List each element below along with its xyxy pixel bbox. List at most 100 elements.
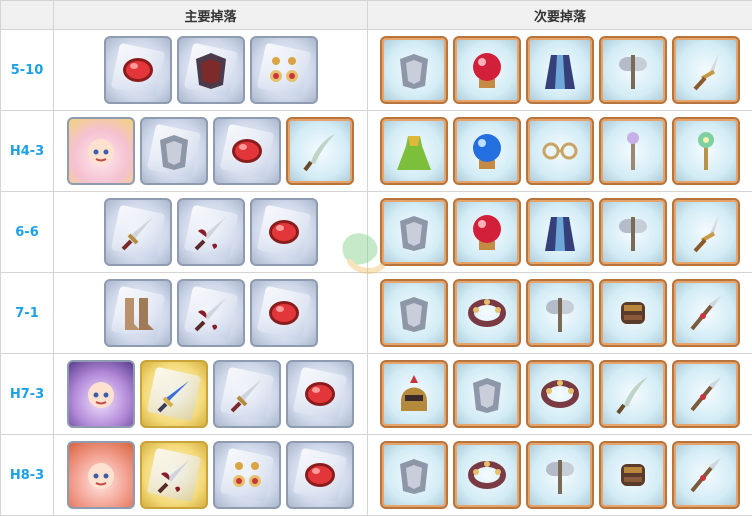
item-icon-frame[interactable] (213, 117, 281, 185)
item-icon-frame[interactable] (380, 360, 448, 428)
item-icon-frame[interactable] (453, 441, 521, 509)
icon-list (368, 36, 752, 104)
item-icon-frame[interactable] (250, 279, 318, 347)
item-icon-frame[interactable] (250, 198, 318, 266)
item-icon-frame[interactable] (380, 279, 448, 347)
item-icon-frame[interactable] (599, 198, 667, 266)
icon-list (54, 360, 367, 428)
item-icon-frame[interactable] (526, 117, 594, 185)
axe-icon (537, 290, 583, 336)
axe-icon (610, 209, 656, 255)
item-icon-frame[interactable] (177, 198, 245, 266)
icon-list (368, 441, 752, 509)
flower-staff-icon (683, 128, 729, 174)
blue-sword-icon (151, 371, 197, 417)
item-icon-frame[interactable] (177, 279, 245, 347)
armor-icon (151, 128, 197, 174)
item-icon-frame[interactable] (526, 441, 594, 509)
item-icon-frame[interactable] (67, 117, 135, 185)
main-drops-cell (54, 354, 368, 435)
icon-list (368, 360, 752, 428)
stage-row: H8-3 (1, 435, 752, 516)
item-icon-frame[interactable] (672, 117, 740, 185)
icon-list (54, 279, 367, 347)
stage-row: 5-10 (1, 30, 752, 111)
stage-header (1, 1, 54, 30)
secondary-drops-cell (368, 30, 752, 111)
stage-label: H8-3 (1, 435, 54, 516)
item-icon-frame[interactable] (140, 360, 208, 428)
item-icon-frame[interactable] (140, 117, 208, 185)
item-icon-frame[interactable] (67, 441, 135, 509)
icon-list (368, 279, 752, 347)
spear-icon (683, 452, 729, 498)
secondary-drops-cell (368, 192, 752, 273)
sword-icon (224, 371, 270, 417)
icon-list (54, 441, 367, 509)
item-icon-frame[interactable] (453, 279, 521, 347)
item-icon-frame[interactable] (599, 117, 667, 185)
item-icon-frame[interactable] (453, 36, 521, 104)
item-icon-frame[interactable] (672, 360, 740, 428)
item-icon-frame[interactable] (213, 441, 281, 509)
icon-list (54, 36, 367, 104)
item-icon-frame[interactable] (177, 36, 245, 104)
main-drops-cell (54, 111, 368, 192)
item-icon-frame[interactable] (453, 117, 521, 185)
glasses-icon (537, 128, 583, 174)
item-icon-frame[interactable] (672, 198, 740, 266)
item-icon-frame[interactable] (672, 441, 740, 509)
item-icon-frame[interactable] (140, 441, 208, 509)
bracelet-icon (464, 290, 510, 336)
item-icon-frame[interactable] (286, 360, 354, 428)
icon-list (54, 198, 367, 266)
item-icon-frame[interactable] (599, 36, 667, 104)
item-icon-frame[interactable] (104, 279, 172, 347)
dress-icon (391, 128, 437, 174)
red-gem-icon (261, 290, 307, 336)
drops-table: 主要掉落 次要掉落 5-10H4-36-67-1H7-3H8-3 (0, 0, 752, 516)
earrings-icon (224, 452, 270, 498)
armor-icon (391, 290, 437, 336)
item-icon-frame[interactable] (672, 36, 740, 104)
character-portrait-icon (78, 371, 124, 417)
secondary-drops-cell (368, 354, 752, 435)
item-icon-frame[interactable] (104, 36, 172, 104)
item-icon-frame[interactable] (526, 279, 594, 347)
item-icon-frame[interactable] (599, 441, 667, 509)
armor-icon (464, 371, 510, 417)
earrings-icon (261, 47, 307, 93)
icon-list (368, 117, 752, 185)
bracelet-icon (464, 452, 510, 498)
item-icon-frame[interactable] (526, 36, 594, 104)
item-icon-frame[interactable] (453, 360, 521, 428)
staff-icon (610, 128, 656, 174)
secondary-drops-cell (368, 111, 752, 192)
item-icon-frame[interactable] (67, 360, 135, 428)
stage-label: 7-1 (1, 273, 54, 354)
stage-label: 5-10 (1, 30, 54, 111)
item-icon-frame[interactable] (380, 198, 448, 266)
item-icon-frame[interactable] (672, 279, 740, 347)
item-icon-frame[interactable] (286, 441, 354, 509)
item-icon-frame[interactable] (286, 117, 354, 185)
red-gem-icon (224, 128, 270, 174)
main-drops-header: 主要掉落 (54, 1, 368, 30)
item-icon-frame[interactable] (104, 198, 172, 266)
item-icon-frame[interactable] (453, 198, 521, 266)
item-icon-frame[interactable] (599, 360, 667, 428)
item-icon-frame[interactable] (250, 36, 318, 104)
icon-list (368, 198, 752, 266)
axe-icon (610, 47, 656, 93)
item-icon-frame[interactable] (526, 360, 594, 428)
dagger-icon (683, 209, 729, 255)
robe-icon (537, 47, 583, 93)
item-icon-frame[interactable] (380, 117, 448, 185)
item-icon-frame[interactable] (526, 198, 594, 266)
item-icon-frame[interactable] (380, 36, 448, 104)
character-portrait-icon (78, 452, 124, 498)
item-icon-frame[interactable] (380, 441, 448, 509)
item-icon-frame[interactable] (213, 360, 281, 428)
dark-armor-icon (188, 47, 234, 93)
item-icon-frame[interactable] (599, 279, 667, 347)
